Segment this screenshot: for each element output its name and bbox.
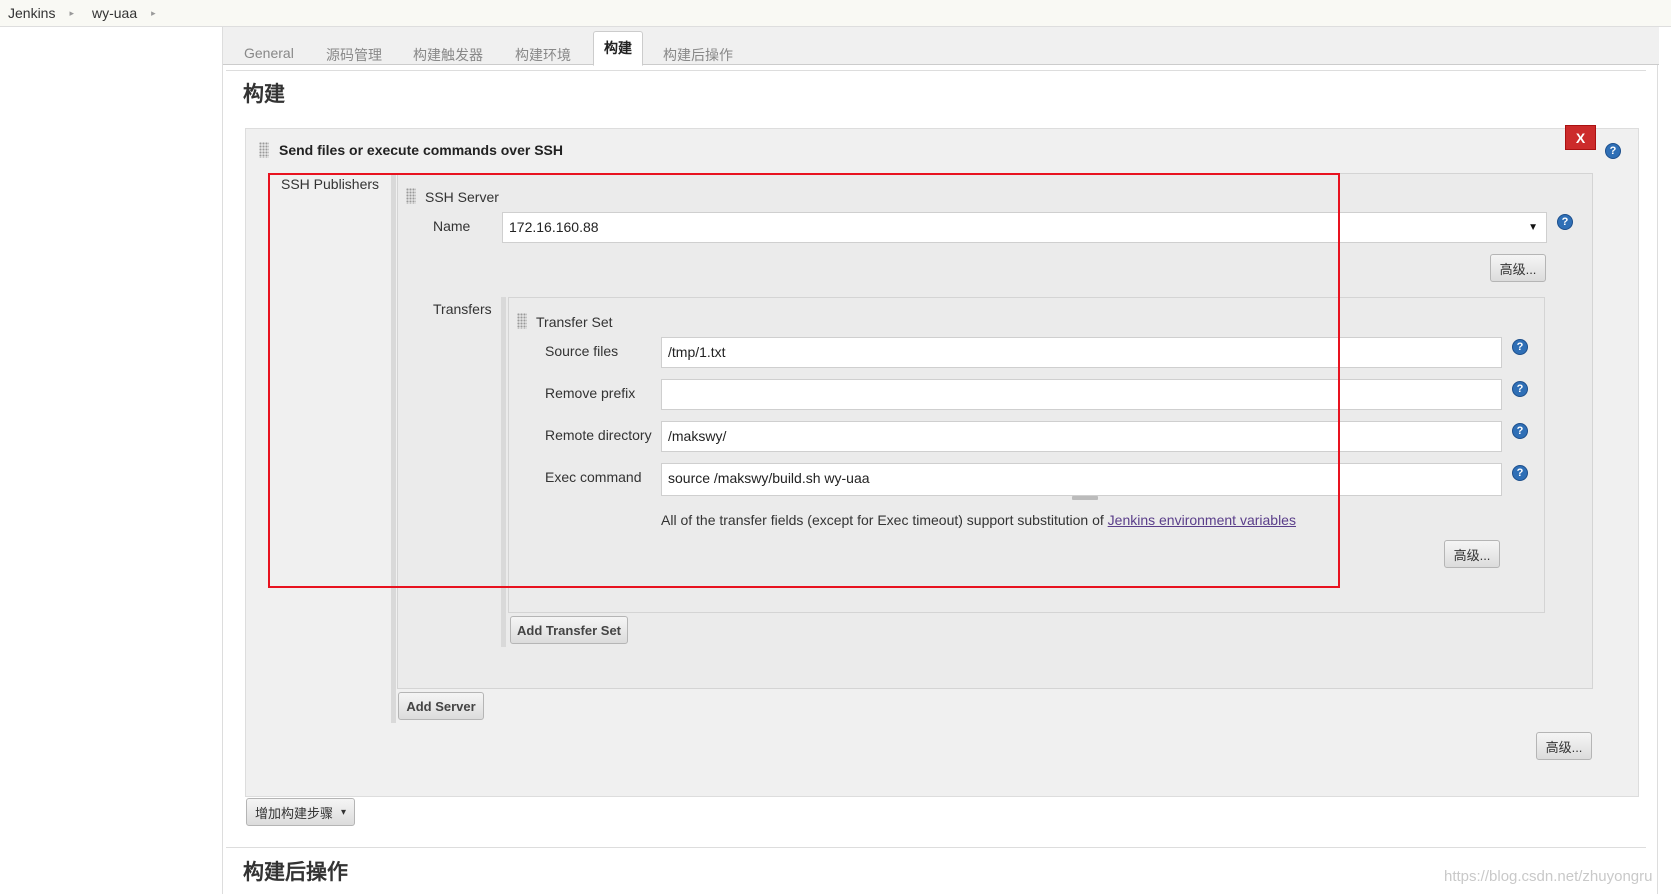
- transfer-set-title: Transfer Set: [536, 314, 613, 330]
- source-files-input[interactable]: /tmp/1.txt: [661, 337, 1502, 368]
- server-name-value: 172.16.160.88: [509, 219, 599, 235]
- dropdown-arrow-icon: ▼: [1528, 222, 1538, 233]
- publisher-advanced-button[interactable]: 高级...: [1536, 732, 1592, 760]
- build-step-title: Send files or execute commands over SSH: [279, 142, 563, 158]
- textarea-resize-handle[interactable]: [1072, 496, 1098, 500]
- note-text: All of the transfer fields (except for E…: [661, 512, 1108, 528]
- tab-post-build[interactable]: 构建后操作: [663, 45, 733, 65]
- transfers-label: Transfers: [433, 301, 492, 317]
- add-build-step-button[interactable]: 增加构建步骤 ▾: [246, 798, 355, 826]
- add-build-step-label: 增加构建步骤: [254, 805, 333, 821]
- add-transfer-set-button[interactable]: Add Transfer Set: [510, 616, 628, 644]
- watermark: https://blog.csdn.net/zhuyongru: [1444, 868, 1653, 885]
- dropdown-arrow-icon: ▾: [341, 806, 347, 818]
- transfer-fields-note: All of the transfer fields (except for E…: [661, 512, 1296, 528]
- transfers-bar: [501, 297, 506, 647]
- help-icon[interactable]: ?: [1557, 214, 1573, 230]
- build-section-title: 构建: [243, 83, 285, 106]
- env-variables-link[interactable]: Jenkins environment variables: [1108, 512, 1296, 528]
- remove-prefix-input[interactable]: [661, 379, 1502, 410]
- delete-step-button[interactable]: X: [1565, 125, 1596, 150]
- tab-build-triggers[interactable]: 构建触发器: [413, 45, 483, 65]
- breadcrumb-item-jenkins[interactable]: Jenkins: [8, 5, 55, 21]
- ssh-publishers-label: SSH Publishers: [281, 176, 380, 192]
- breadcrumb-item-job[interactable]: wy-uaa: [92, 5, 137, 21]
- config-tab-bar: General 源码管理 构建触发器 构建环境 构建 构建后操作: [223, 27, 1659, 66]
- transfer-set-advanced-button[interactable]: 高级...: [1444, 540, 1500, 568]
- ssh-server-title: SSH Server: [425, 189, 499, 205]
- help-icon[interactable]: ?: [1512, 423, 1528, 439]
- exec-command-textarea[interactable]: source /makswy/build.sh wy-uaa: [661, 463, 1502, 496]
- tab-general[interactable]: General: [244, 45, 294, 61]
- divider: [226, 70, 1646, 71]
- remote-directory-label: Remote directory: [545, 427, 652, 443]
- drag-handle-icon[interactable]: [259, 142, 269, 158]
- remove-prefix-label: Remove prefix: [545, 385, 636, 401]
- source-files-label: Source files: [545, 343, 619, 359]
- server-name-select[interactable]: 172.16.160.88 ▼: [502, 212, 1547, 243]
- divider: [226, 847, 1646, 848]
- post-build-section-title: 构建后操作: [243, 861, 348, 884]
- add-server-button[interactable]: Add Server: [398, 692, 484, 720]
- tab-build-environment[interactable]: 构建环境: [515, 45, 571, 65]
- tab-build[interactable]: 构建: [593, 31, 643, 66]
- drag-handle-icon[interactable]: [406, 188, 416, 204]
- server-name-label: Name: [433, 218, 471, 234]
- publishers-bar: [391, 173, 396, 723]
- ssh-server-advanced-button[interactable]: 高级...: [1490, 254, 1546, 282]
- breadcrumb-arrow-icon[interactable]: ▸: [69, 8, 74, 19]
- remote-directory-input[interactable]: /makswy/: [661, 421, 1502, 452]
- drag-handle-icon[interactable]: [517, 313, 527, 329]
- help-icon[interactable]: ?: [1605, 143, 1621, 159]
- help-icon[interactable]: ?: [1512, 465, 1528, 481]
- help-icon[interactable]: ?: [1512, 381, 1528, 397]
- exec-command-label: Exec command: [545, 469, 642, 485]
- help-icon[interactable]: ?: [1512, 339, 1528, 355]
- tab-source-control[interactable]: 源码管理: [326, 45, 382, 65]
- breadcrumb-arrow-icon[interactable]: ▸: [151, 8, 156, 19]
- breadcrumb: Jenkins ▸ wy-uaa ▸: [0, 0, 1671, 27]
